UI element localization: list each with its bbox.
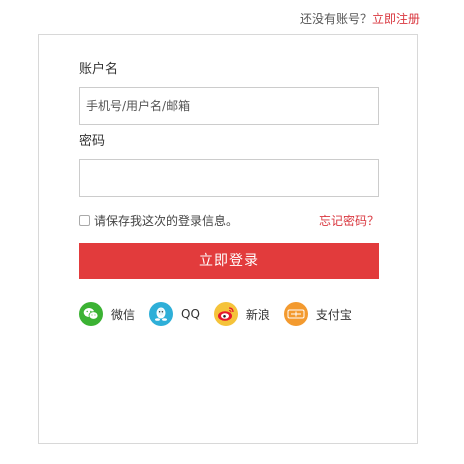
login-card: 账户名 密码 请保存我这次的登录信息。 忘记密码？ 立即登录 [38,34,418,444]
social-label-alipay: 支付宝 [315,307,352,322]
social-login-wechat[interactable]: 微信 [79,302,135,326]
password-input[interactable] [79,159,379,197]
remember-row: 请保存我这次的登录信息。 忘记密码？ [79,213,379,229]
alipay-icon [283,302,308,326]
register-link[interactable]: 立即注册 [372,12,420,26]
weibo-icon [213,302,238,326]
wechat-icon [79,302,103,326]
remember-checkbox[interactable] [79,215,90,226]
forgot-password-link[interactable]: 忘记密码？ [319,213,379,229]
register-prompt: 还没有账号？立即注册 [300,10,420,27]
social-login-qq[interactable]: QQ [149,302,200,326]
social-login-list: 微信 QQ 新浪 支付宝 [79,301,379,327]
social-label-qq: QQ [181,307,200,321]
social-label-weibo: 新浪 [245,307,270,322]
account-label: 账户名 [79,62,119,77]
account-input[interactable] [79,87,379,125]
social-login-alipay[interactable]: 支付宝 [283,302,352,326]
login-page: 还没有账号？立即注册 账户名 密码 请保存我这次的登录信息。 忘记密码？ 立即登… [0,0,464,464]
qq-icon [149,302,174,326]
social-login-weibo[interactable]: 新浪 [213,302,270,326]
password-label: 密码 [79,134,106,149]
login-form: 账户名 密码 请保存我这次的登录信息。 忘记密码？ 立即登录 [79,61,379,327]
login-button[interactable]: 立即登录 [79,243,379,279]
social-label-wechat: 微信 [111,307,136,322]
remember-label[interactable]: 请保存我这次的登录信息。 [94,214,238,228]
register-prompt-text: 还没有账号？ [299,12,372,26]
